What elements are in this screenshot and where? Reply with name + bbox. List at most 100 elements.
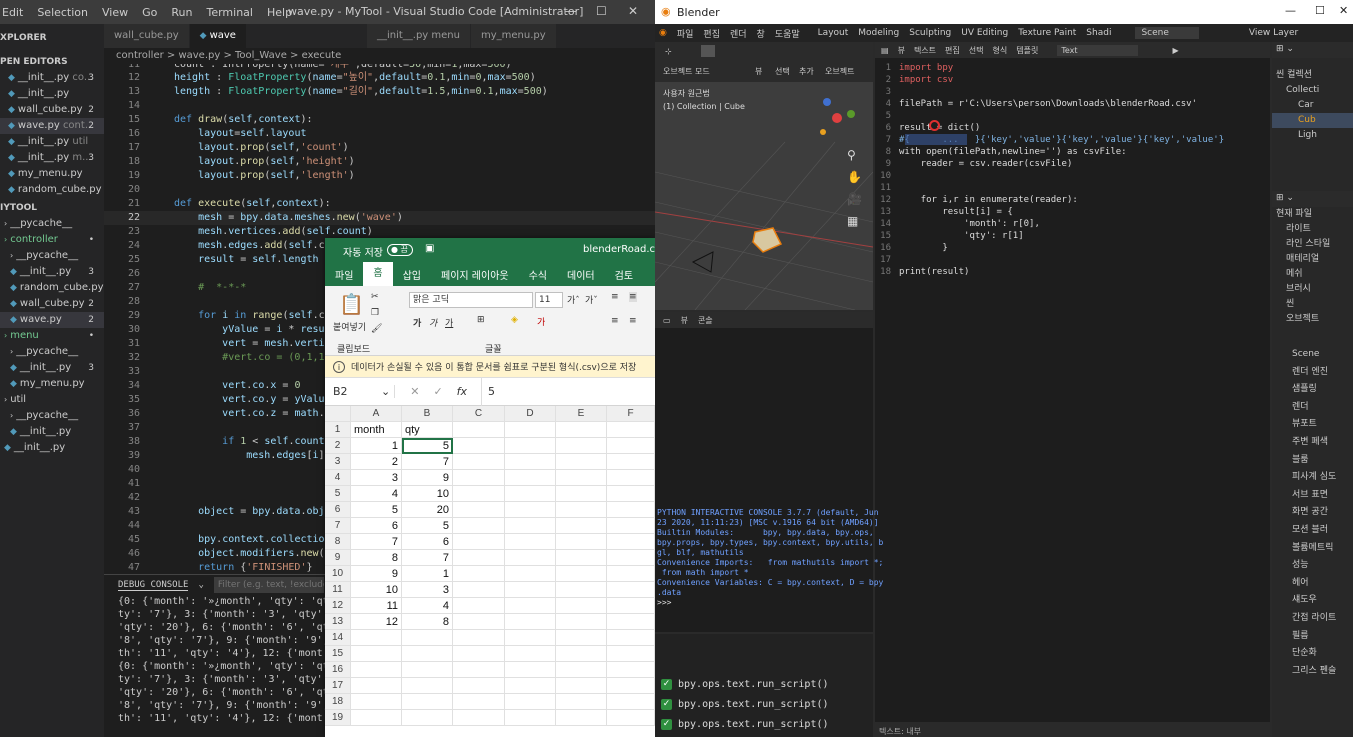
row-header[interactable]: 3 [325,454,351,470]
row-header[interactable]: 17 [325,678,351,694]
workspace-sculpting[interactable]: Sculpting [909,28,951,38]
menu-run[interactable]: Run [171,6,192,19]
menu-selection[interactable]: Selection [37,6,88,19]
ribbon-tab-home[interactable]: 홈 [363,262,393,286]
maximize-icon[interactable]: ☐ [596,4,607,18]
cell[interactable] [505,502,556,518]
info-row[interactable]: ✓ bpy.ops.text.run_script() [655,694,873,714]
menu-file[interactable]: 파일 [677,27,694,40]
cell[interactable] [453,486,505,502]
cell[interactable] [556,550,607,566]
ribbon-tab-file[interactable]: 파일 [325,267,363,282]
cell[interactable]: 11 [351,598,402,614]
text-menu-view[interactable]: 뷰 [898,45,905,56]
menu-terminal[interactable]: Terminal [206,6,253,19]
data-category-item[interactable]: 매테리얼 [1272,252,1353,267]
cell[interactable]: 9 [351,566,402,582]
python-console[interactable]: ▭ 뷰 콘솔 PYTHON INTERACTIVE CONSOLE 3.7.7 … [655,312,883,632]
cell[interactable] [453,438,505,454]
dropdown-icon[interactable]: ⌄ [198,580,203,590]
viewport-menu-view[interactable]: 뷰 [755,66,762,77]
cell[interactable] [402,678,453,694]
cell[interactable]: 10 [351,582,402,598]
workspace-texture[interactable]: Texture Paint [1018,28,1076,38]
cell[interactable] [351,646,402,662]
property-section[interactable]: 렌더 [1272,400,1353,418]
cell[interactable] [453,630,505,646]
tree-item[interactable]: › menu • [0,328,104,344]
tree-item[interactable]: › __pycache__ [0,248,104,264]
viewport-menu-select[interactable]: 선택 [775,66,790,77]
row-header[interactable]: 6 [325,502,351,518]
cell[interactable] [556,710,607,726]
cell[interactable]: 7 [402,550,453,566]
row-header[interactable]: 9 [325,550,351,566]
row-header[interactable]: 4 [325,470,351,486]
cell[interactable] [607,630,655,646]
open-editor-item[interactable]: ◆ wave.py cont... 2 [0,118,104,134]
text-editor[interactable]: ▤ 뷰 텍스트 편집 선택 형식 템플릿 Text ▶ 1 import bpy 2… [875,42,1270,736]
format-painter-icon[interactable]: 🖌 [371,324,382,334]
outliner[interactable]: ⊞ ⌄ 씬 컬렉션 Collecti Car Cub Ligh ⊞ ⌄ 현재 파… [1272,42,1353,737]
cell[interactable]: 2 [351,454,402,470]
cell[interactable]: 5 [402,518,453,534]
info-row[interactable]: ✓ bpy.ops.text.run_script() [655,714,873,734]
camera-object[interactable] [691,251,714,273]
viewport-mode-select[interactable]: 오브젝트 모드 [663,66,710,77]
run-script-icon[interactable]: ▶ [1173,46,1179,55]
cell[interactable] [556,598,607,614]
text-editor-type-icon[interactable]: ▤ [881,46,889,55]
cell[interactable] [607,454,655,470]
scene-select[interactable]: Scene [1135,27,1199,39]
property-section[interactable]: 피사계 심도 [1272,470,1353,488]
console-menu-view[interactable]: 뷰 [681,315,688,326]
text-menu-select[interactable]: 선택 [969,45,984,56]
cell[interactable] [556,502,607,518]
cell[interactable] [453,518,505,534]
cell[interactable] [505,518,556,534]
cell[interactable] [505,582,556,598]
cell[interactable] [351,678,402,694]
cell[interactable] [402,662,453,678]
underline-button[interactable]: 가 [445,316,453,329]
cell[interactable] [607,598,655,614]
tree-item[interactable]: ◆ my_menu.py [0,376,104,392]
cell[interactable]: 12 [351,614,402,630]
property-section[interactable]: 샘플링 [1272,382,1353,400]
ribbon-tab-layout[interactable]: 페이지 레이아웃 [431,267,519,282]
cell[interactable]: 4 [351,486,402,502]
data-category-item[interactable]: 현재 파일 [1272,207,1353,222]
column-header[interactable]: A [351,406,402,422]
cell[interactable] [505,454,556,470]
cell[interactable] [556,630,607,646]
minimize-icon[interactable]: — [1285,4,1296,17]
console-type-icon[interactable]: ▭ [663,316,671,325]
cell[interactable] [556,694,607,710]
font-size-select[interactable]: 11 [535,292,563,308]
debug-console-title[interactable]: DEBUG CONSOLE [118,580,189,591]
data-category-item[interactable]: 브러시 [1272,282,1353,297]
column-header[interactable]: B [402,406,453,422]
text-menu-format[interactable]: 형식 [993,45,1008,56]
shrink-font-icon[interactable]: 가ˇ [585,293,598,306]
cell[interactable] [607,534,655,550]
cell[interactable] [556,614,607,630]
cell[interactable]: 8 [351,550,402,566]
paste-icon[interactable]: 📋 [339,292,364,316]
cell[interactable] [453,694,505,710]
cell[interactable] [556,534,607,550]
align-center-icon[interactable]: ≡ [629,316,637,326]
data-category-item[interactable]: 라이트 [1272,222,1353,237]
property-section[interactable]: 헤어 [1272,576,1353,594]
italic-button[interactable]: 가 [429,316,437,329]
cell[interactable] [453,470,505,486]
select-box-icon[interactable] [701,45,715,57]
cell[interactable] [607,710,655,726]
cell[interactable] [453,614,505,630]
autosave-toggle[interactable]: ● 끔 [387,244,413,256]
text-menu-edit[interactable]: 편집 [945,45,960,56]
cell[interactable]: 6 [351,518,402,534]
ribbon-tab-review[interactable]: 검토 [605,267,643,282]
open-editors-title[interactable]: PEN EDITORS [0,54,104,70]
cell[interactable] [556,582,607,598]
